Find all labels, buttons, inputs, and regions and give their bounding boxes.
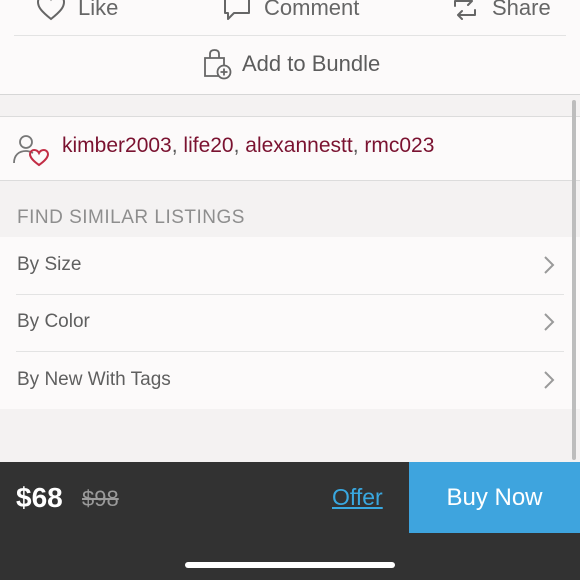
buy-now-button[interactable]: Buy Now — [409, 462, 580, 533]
similar-listings-list: By Size By Color By New With Tags — [0, 237, 580, 409]
liker-username[interactable]: kimber2003 — [62, 134, 172, 157]
find-similar-title: FIND SIMILAR LISTINGS — [17, 207, 245, 228]
user-heart-icon — [13, 135, 50, 167]
liker-separator: , — [171, 134, 184, 157]
comment-button[interactable]: Comment — [222, 0, 359, 28]
liker-username[interactable]: life20 — [183, 134, 233, 157]
liker-separator: , — [233, 134, 246, 157]
purchase-bar: $68 $98 Offer Buy Now — [0, 462, 580, 580]
actions-divider — [14, 35, 566, 36]
add-to-bundle-button[interactable]: Add to Bundle — [202, 48, 380, 80]
like-button[interactable]: Like — [36, 0, 118, 28]
offer-link[interactable]: Offer — [332, 484, 383, 511]
listing-actions-panel: Like Comment Share Add to Bundle — [0, 0, 580, 95]
similar-by-nwt-row[interactable]: By New With Tags — [0, 352, 580, 409]
like-label: Like — [78, 0, 119, 20]
chevron-right-icon — [544, 313, 555, 331]
price: $68 — [16, 482, 63, 513]
liker-username[interactable]: rmc023 — [364, 134, 434, 157]
chevron-right-icon — [544, 371, 555, 389]
share-label: Share — [492, 0, 551, 20]
row-label: By Color — [17, 311, 90, 332]
liker-username[interactable]: alexannestt — [245, 134, 352, 157]
bundle-add-icon — [204, 49, 232, 80]
bundle-label: Add to Bundle — [242, 51, 381, 76]
chevron-right-icon — [544, 256, 555, 274]
row-label: By New With Tags — [17, 369, 171, 390]
row-label: By Size — [17, 254, 82, 275]
liker-separator: , — [352, 134, 365, 157]
social-actions-row: Like Comment Share — [0, 0, 580, 32]
share-button[interactable]: Share — [450, 0, 551, 28]
original-price: $98 — [82, 486, 119, 511]
share-icon — [454, 0, 476, 20]
likers-list: kimber2003, life20, alexannestt, rmc023 — [62, 134, 434, 158]
similar-by-size-row[interactable]: By Size — [0, 237, 580, 294]
comment-label: Comment — [264, 0, 360, 20]
comment-icon — [224, 0, 250, 20]
similar-by-color-row[interactable]: By Color — [0, 294, 580, 351]
heart-icon — [36, 0, 66, 21]
home-indicator[interactable] — [185, 562, 395, 568]
scrollbar[interactable] — [572, 100, 576, 460]
liked-by-row: kimber2003, life20, alexannestt, rmc023 — [0, 116, 580, 181]
